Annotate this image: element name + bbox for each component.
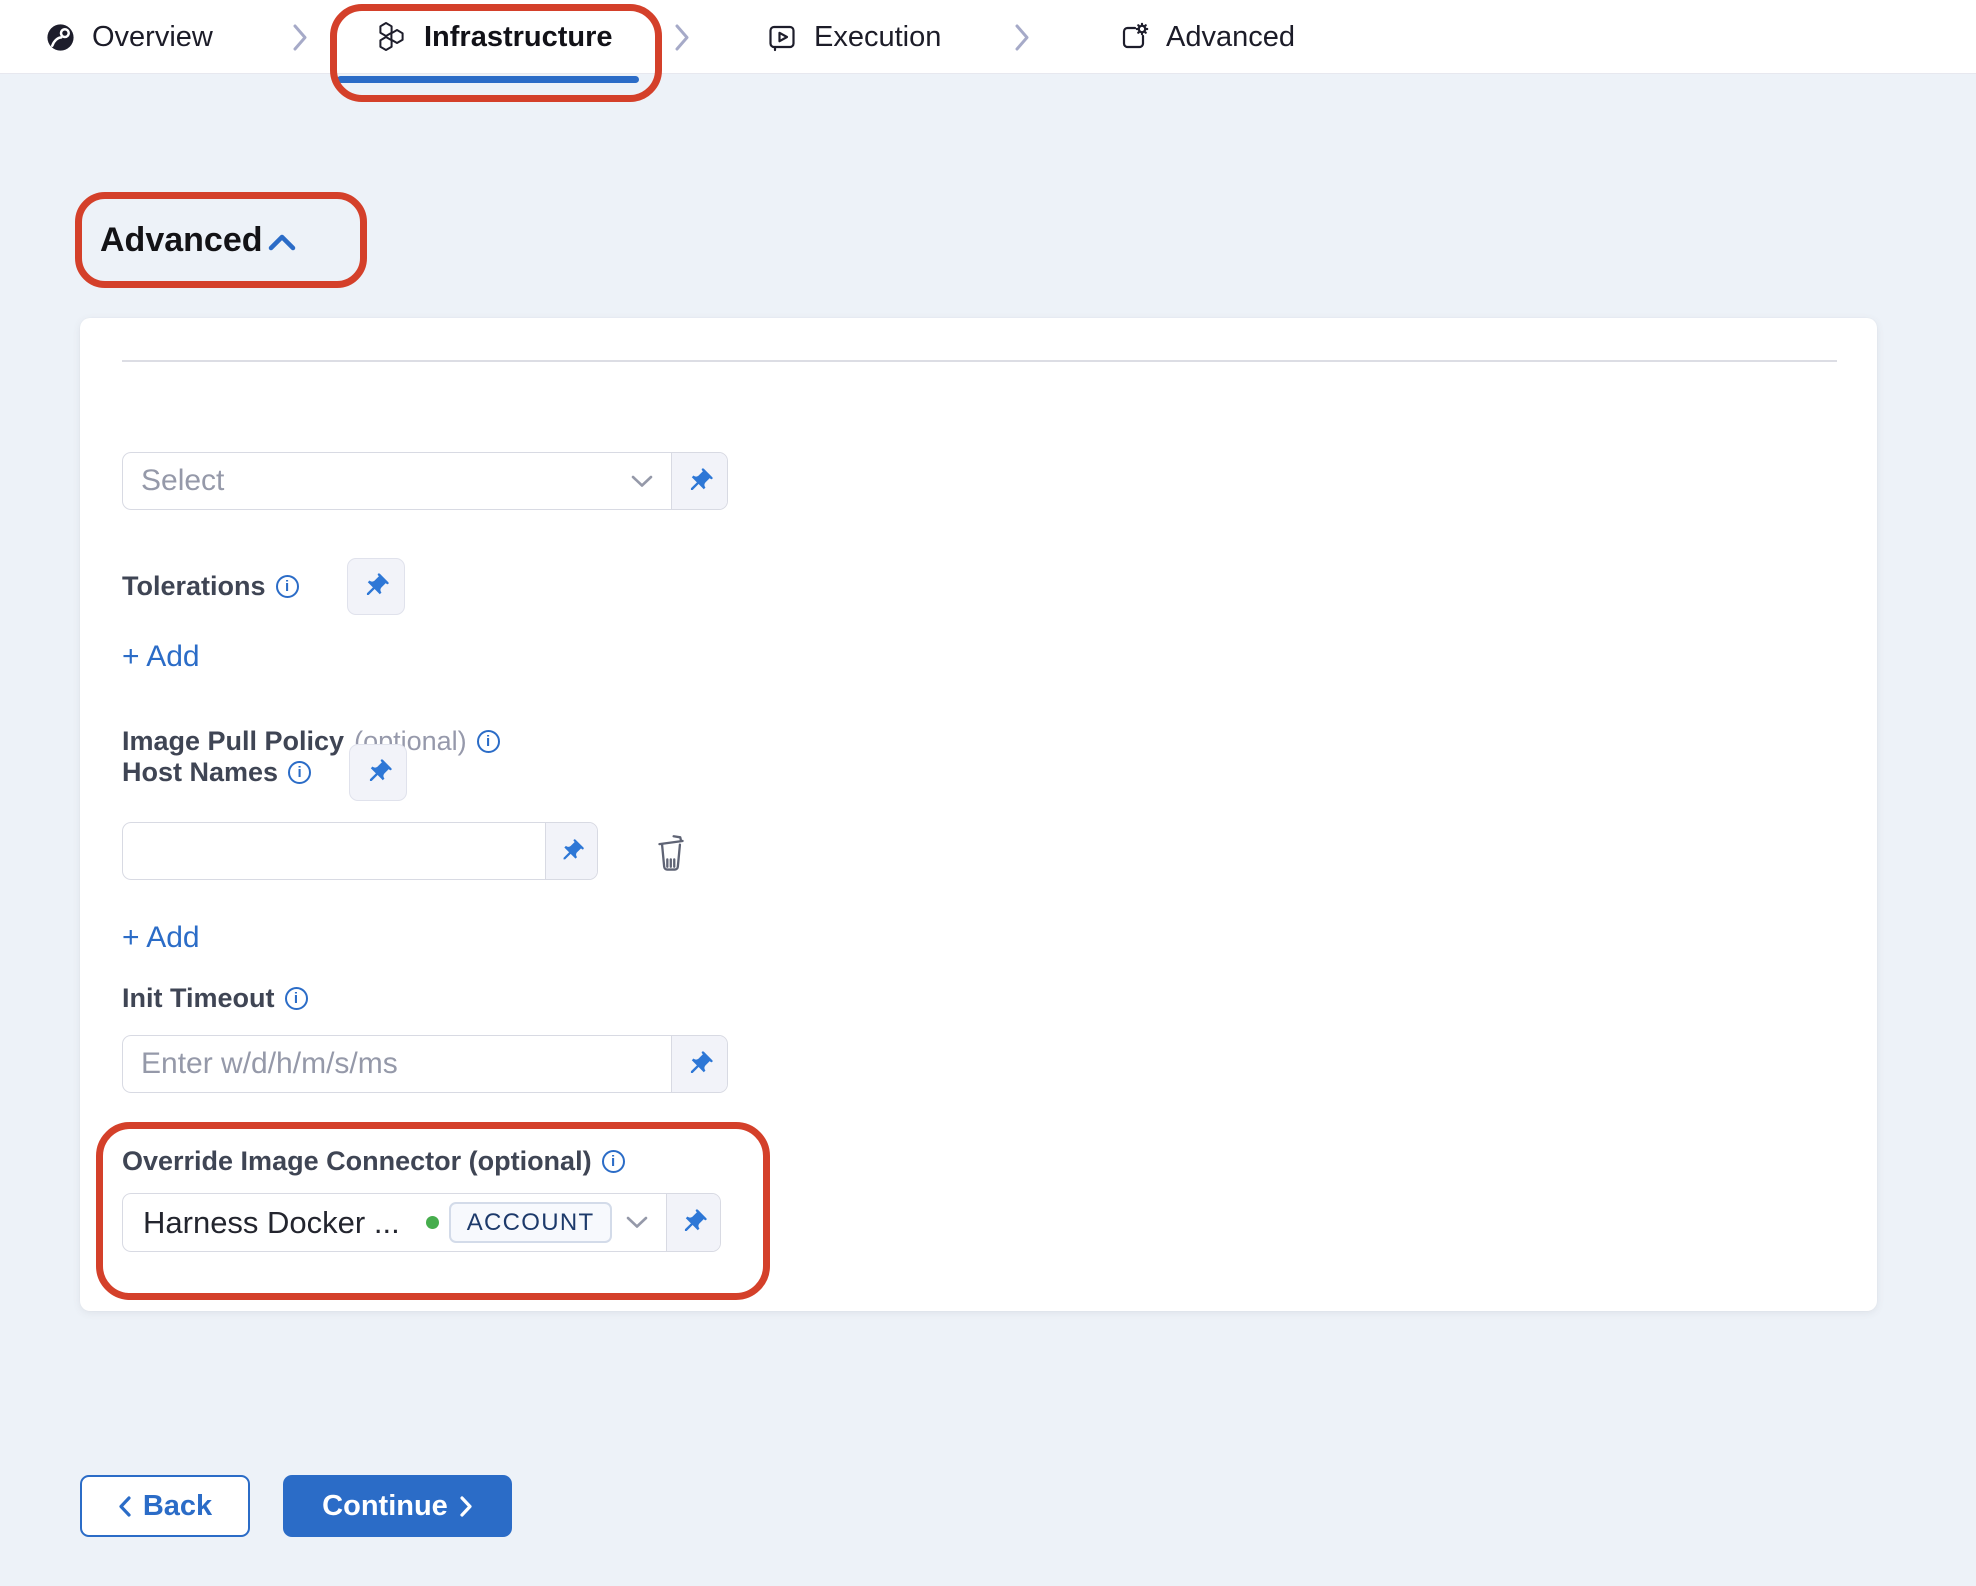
image-pull-policy-select[interactable]: Select [122, 452, 728, 510]
pin-icon [364, 758, 393, 787]
override-image-connector-label: Override Image Connector (optional) [122, 1146, 592, 1177]
tab-overview[interactable]: Overview [45, 0, 213, 74]
chevron-right-icon [674, 24, 690, 51]
override-image-connector-select[interactable]: Harness Docker ... ACCOUNT [122, 1193, 721, 1252]
host-name-field-group [122, 822, 598, 880]
info-icon[interactable] [602, 1150, 625, 1173]
init-timeout-label: Init Timeout [122, 983, 275, 1014]
continue-button[interactable]: Continue [283, 1475, 512, 1537]
init-timeout-input[interactable] [141, 1036, 653, 1092]
tab-advanced[interactable]: Advanced [1118, 0, 1295, 74]
pin-icon [558, 838, 585, 865]
chevron-right-icon [292, 24, 308, 51]
chevron-up-icon [265, 230, 299, 256]
info-icon[interactable] [288, 761, 311, 784]
pin-button[interactable] [347, 558, 405, 615]
advanced-settings-card: Image Pull Policy (optional) Select Tole… [80, 318, 1877, 1311]
connector-value: Harness Docker ... [143, 1205, 400, 1241]
pin-button[interactable] [671, 1036, 727, 1092]
tab-execution[interactable]: Execution [766, 0, 941, 74]
override-image-connector-label-row: Override Image Connector (optional) [122, 1146, 625, 1177]
tab-infrastructure[interactable]: Infrastructure [374, 0, 613, 74]
init-timeout-label-row: Init Timeout [122, 983, 308, 1014]
info-icon[interactable] [285, 987, 308, 1010]
host-name-field[interactable] [123, 823, 545, 879]
pin-icon [685, 467, 714, 496]
tab-label: Overview [92, 21, 213, 54]
connector-field[interactable]: Harness Docker ... ACCOUNT [123, 1194, 666, 1251]
advanced-section-toggle[interactable]: Advanced [100, 221, 299, 260]
tab-label: Execution [814, 21, 941, 54]
pin-button[interactable] [545, 823, 597, 879]
overview-icon [45, 22, 76, 53]
chevron-right-icon [460, 1496, 473, 1517]
advanced-tab-icon [1118, 21, 1150, 53]
connector-status-dot [426, 1216, 439, 1229]
trash-icon [652, 831, 690, 873]
tolerations-label: Tolerations [122, 571, 266, 602]
chevron-down-icon [631, 475, 653, 488]
pin-button[interactable] [666, 1194, 720, 1251]
host-names-label: Host Names [122, 757, 278, 788]
info-icon[interactable] [477, 730, 500, 753]
host-name-input[interactable] [141, 823, 527, 879]
init-timeout-field[interactable] [123, 1036, 671, 1092]
advanced-section-title: Advanced [100, 221, 263, 260]
pin-button[interactable] [671, 453, 727, 509]
stage-tabs-bar: Overview Infrastructure Execution [0, 0, 1976, 74]
init-timeout-field-group [122, 1035, 728, 1093]
delete-host-name-button[interactable] [652, 831, 690, 876]
connector-scope-badge: ACCOUNT [449, 1202, 613, 1243]
back-button[interactable]: Back [80, 1475, 250, 1537]
chevron-left-icon [118, 1496, 131, 1517]
select-field[interactable]: Select [123, 453, 671, 509]
execution-icon [766, 21, 798, 53]
active-tab-underline [337, 76, 639, 83]
tolerations-add-link[interactable]: + Add [122, 640, 200, 674]
continue-button-label: Continue [322, 1490, 448, 1523]
tab-label: Infrastructure [424, 21, 613, 54]
tolerations-label-row: Tolerations [122, 558, 405, 615]
chevron-right-icon [1014, 24, 1030, 51]
host-names-add-link[interactable]: + Add [122, 921, 200, 955]
pin-icon [679, 1208, 708, 1237]
back-button-label: Back [143, 1490, 212, 1523]
tab-label: Advanced [1166, 21, 1295, 54]
host-names-label-row: Host Names [122, 744, 407, 801]
chevron-down-icon [626, 1216, 648, 1229]
select-placeholder: Select [141, 464, 224, 498]
info-icon[interactable] [276, 575, 299, 598]
card-top-divider [122, 360, 1837, 362]
infrastructure-icon [374, 21, 408, 53]
pin-button[interactable] [349, 744, 407, 801]
pin-icon [361, 572, 390, 601]
pin-icon [685, 1050, 714, 1079]
